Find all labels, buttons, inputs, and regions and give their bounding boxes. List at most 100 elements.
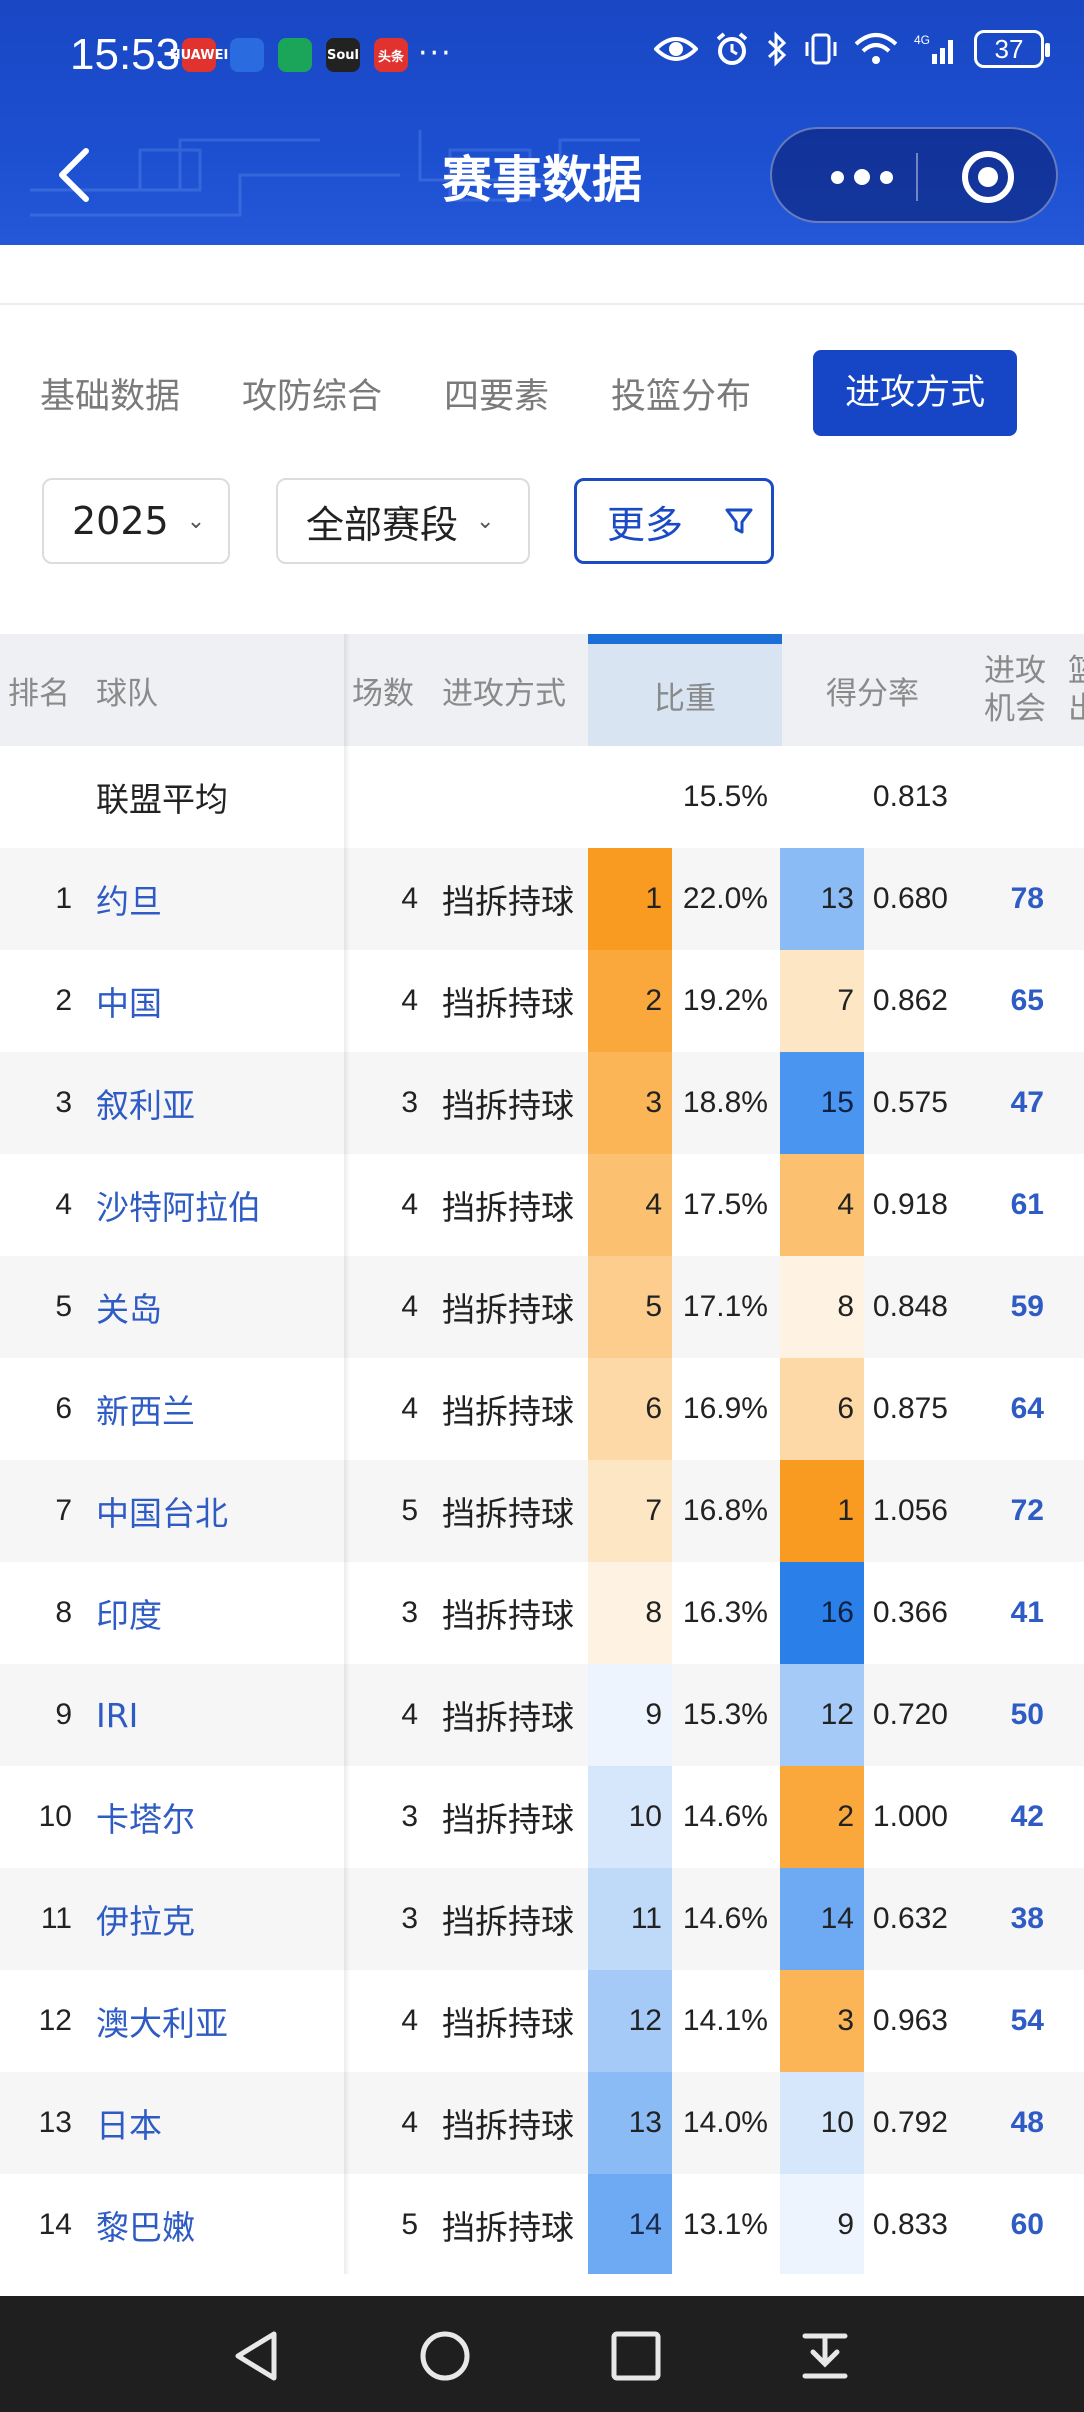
tab-0[interactable]: 基础数据 bbox=[40, 368, 180, 419]
tab-3[interactable]: 投篮分布 bbox=[611, 368, 751, 419]
row-method: 挡拆持球 bbox=[442, 1494, 574, 1533]
close-miniapp-icon[interactable] bbox=[962, 151, 1014, 203]
team-link[interactable]: 关岛 bbox=[96, 1256, 162, 1358]
row-bizhong-rank: 11 bbox=[630, 1902, 662, 1935]
row-rank: 7 bbox=[55, 1494, 72, 1527]
vibrate-icon bbox=[805, 33, 837, 65]
table-row[interactable]: 2 中国 4 挡拆持球 2 19.2% 7 0.862 65 bbox=[0, 950, 1084, 1052]
row-defenlv: 0.848 bbox=[872, 1290, 948, 1323]
team-link[interactable]: 沙特阿拉伯 bbox=[96, 1154, 261, 1256]
row-chances[interactable]: 42 bbox=[960, 1766, 1044, 1868]
row-chances[interactable]: 48 bbox=[960, 2072, 1044, 2174]
table-row[interactable]: 9 IRI 4 挡拆持球 9 15.3% 12 0.720 50 bbox=[0, 1664, 1084, 1766]
row-rank: 2 bbox=[55, 984, 72, 1017]
table-row[interactable]: 1 约旦 4 挡拆持球 1 22.0% 13 0.680 78 bbox=[0, 848, 1084, 950]
header-games[interactable]: 场数 bbox=[352, 634, 414, 746]
table-row[interactable]: 8 印度 3 挡拆持球 8 16.3% 16 0.366 41 bbox=[0, 1562, 1084, 1664]
more-filter-button[interactable]: 更多 bbox=[574, 478, 774, 564]
row-rank: 4 bbox=[55, 1188, 72, 1221]
nav-recents-icon[interactable] bbox=[606, 2326, 666, 2386]
row-chances[interactable]: 50 bbox=[960, 1664, 1044, 1766]
team-link[interactable]: 中国 bbox=[96, 950, 162, 1052]
row-chances[interactable]: 59 bbox=[960, 1256, 1044, 1358]
row-chances[interactable]: 64 bbox=[960, 1358, 1044, 1460]
row-chances[interactable]: 54 bbox=[960, 1970, 1044, 2072]
row-games: 3 bbox=[401, 1086, 418, 1119]
status-bar: 15:53 HUAWEI Soul 头条 ··· 4G 37 bbox=[0, 0, 1084, 110]
nav-notification-shade-icon[interactable] bbox=[795, 2326, 855, 2386]
row-rank: 10 bbox=[38, 1800, 72, 1833]
team-link[interactable]: 伊拉克 bbox=[96, 1868, 195, 1970]
year-select[interactable]: 2025 ⌄ bbox=[42, 478, 230, 564]
team-link[interactable]: 约旦 bbox=[96, 848, 162, 950]
team-link[interactable]: 卡塔尔 bbox=[96, 1766, 195, 1868]
row-rank: 5 bbox=[55, 1290, 72, 1323]
more-menu-icon[interactable] bbox=[812, 129, 912, 225]
row-defenlv-rank: 8 bbox=[837, 1290, 854, 1323]
row-chances[interactable]: 72 bbox=[960, 1460, 1044, 1562]
stage-select[interactable]: 全部赛段 ⌄ bbox=[276, 478, 530, 564]
table-row[interactable]: 4 沙特阿拉伯 4 挡拆持球 4 17.5% 4 0.918 61 bbox=[0, 1154, 1084, 1256]
table-row[interactable]: 3 叙利亚 3 挡拆持球 3 18.8% 15 0.575 47 bbox=[0, 1052, 1084, 1154]
bluetooth-icon bbox=[767, 31, 787, 67]
team-link[interactable]: IRI bbox=[96, 1664, 138, 1766]
table-row[interactable]: 12 澳大利亚 4 挡拆持球 12 14.1% 3 0.963 54 bbox=[0, 1970, 1084, 2072]
tab-1[interactable]: 攻防综合 bbox=[242, 368, 382, 419]
row-chances[interactable]: 38 bbox=[960, 1868, 1044, 1970]
row-bizhong-rank: 12 bbox=[628, 2004, 662, 2037]
row-rank: 3 bbox=[55, 1086, 72, 1119]
team-link[interactable]: 澳大利亚 bbox=[96, 1970, 228, 2072]
row-bizhong: 16.9% bbox=[682, 1392, 768, 1425]
row-chances[interactable]: 41 bbox=[960, 1562, 1044, 1664]
header-team[interactable]: 球队 bbox=[96, 634, 158, 746]
row-bizhong-rank: 14 bbox=[628, 2208, 662, 2241]
table-row[interactable]: 10 卡塔尔 3 挡拆持球 10 14.6% 2 1.000 42 bbox=[0, 1766, 1084, 1868]
team-link[interactable]: 中国台北 bbox=[96, 1460, 228, 1562]
header-defenlv[interactable]: 得分率 bbox=[826, 634, 919, 746]
system-icons: 4G 37 bbox=[654, 30, 1050, 68]
table-row[interactable]: 6 新西兰 4 挡拆持球 6 16.9% 6 0.875 64 bbox=[0, 1358, 1084, 1460]
more-notifications-icon: ··· bbox=[418, 36, 453, 71]
row-games: 4 bbox=[401, 1392, 418, 1425]
row-games: 4 bbox=[401, 1698, 418, 1731]
team-link[interactable]: 印度 bbox=[96, 1562, 162, 1664]
table-row[interactable]: 7 中国台北 5 挡拆持球 7 16.8% 1 1.056 72 bbox=[0, 1460, 1084, 1562]
nav-home-icon[interactable] bbox=[415, 2326, 475, 2386]
header-extra[interactable]: 篮 出 bbox=[1068, 634, 1084, 746]
row-games: 4 bbox=[401, 2106, 418, 2139]
team-link[interactable]: 日本 bbox=[96, 2072, 162, 2174]
system-navigation-bar bbox=[0, 2296, 1084, 2412]
league-average-defenlv: 0.813 bbox=[872, 780, 948, 813]
row-method: 挡拆持球 bbox=[442, 1290, 574, 1329]
tab-4[interactable]: 进攻方式 bbox=[813, 350, 1018, 436]
row-chances[interactable]: 78 bbox=[960, 848, 1044, 950]
table-row[interactable]: 11 伊拉克 3 挡拆持球 11 14.6% 14 0.632 38 bbox=[0, 1868, 1084, 1970]
team-link[interactable]: 新西兰 bbox=[96, 1358, 195, 1460]
row-games: 3 bbox=[401, 1902, 418, 1935]
table-row[interactable]: 14 黎巴嫩 5 挡拆持球 14 13.1% 9 0.833 60 bbox=[0, 2174, 1084, 2274]
team-link[interactable]: 黎巴嫩 bbox=[96, 2174, 195, 2274]
row-method: 挡拆持球 bbox=[442, 2208, 574, 2247]
row-rank: 14 bbox=[38, 2208, 72, 2241]
row-chances[interactable]: 61 bbox=[960, 1154, 1044, 1256]
tab-2[interactable]: 四要素 bbox=[444, 368, 549, 419]
nav-back-icon[interactable] bbox=[226, 2326, 286, 2386]
header-chances[interactable]: 进攻 机会 bbox=[984, 634, 1046, 746]
row-defenlv: 0.575 bbox=[872, 1086, 948, 1119]
row-defenlv-rank: 4 bbox=[837, 1188, 854, 1221]
row-bizhong: 19.2% bbox=[682, 984, 768, 1017]
row-chances[interactable]: 47 bbox=[960, 1052, 1044, 1154]
row-method: 挡拆持球 bbox=[442, 1392, 574, 1431]
team-link[interactable]: 叙利亚 bbox=[96, 1052, 195, 1154]
row-defenlv-rank: 12 bbox=[820, 1698, 854, 1731]
row-chances[interactable]: 65 bbox=[960, 950, 1044, 1052]
header-bizhong[interactable]: 比重 bbox=[588, 634, 782, 746]
wifi-icon bbox=[854, 33, 898, 64]
table-row[interactable]: 13 日本 4 挡拆持球 13 14.0% 10 0.792 48 bbox=[0, 2072, 1084, 2174]
row-rank: 1 bbox=[55, 882, 72, 915]
header-extra-line2: 出 bbox=[1068, 691, 1084, 727]
row-chances[interactable]: 60 bbox=[960, 2174, 1044, 2274]
header-method[interactable]: 进攻方式 bbox=[442, 634, 566, 746]
table-row[interactable]: 5 关岛 4 挡拆持球 5 17.1% 8 0.848 59 bbox=[0, 1256, 1084, 1358]
header-rank[interactable]: 排名 bbox=[8, 634, 70, 746]
